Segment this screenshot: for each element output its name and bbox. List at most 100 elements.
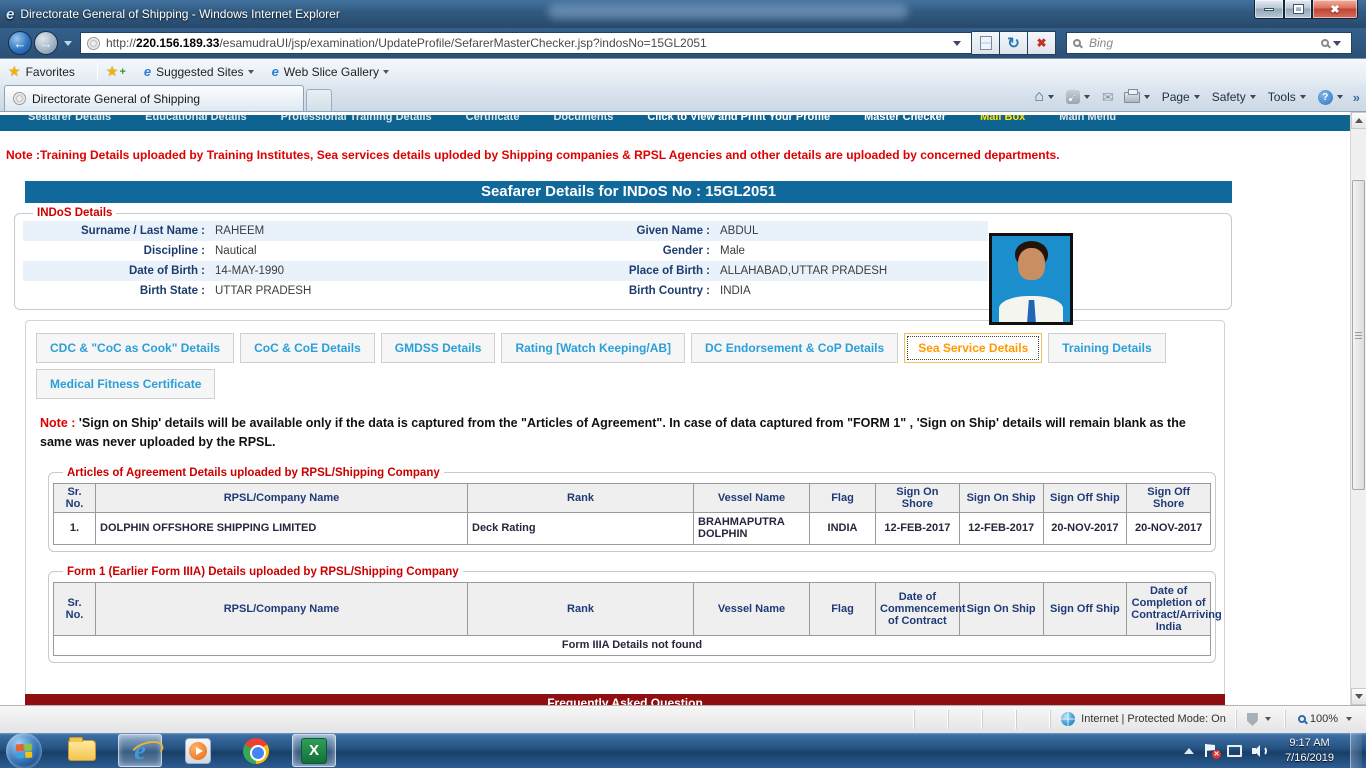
column-header: Rank	[468, 582, 694, 635]
nav-item-view-print-profile[interactable]: Click to View and Print Your Profile	[647, 115, 830, 127]
upload-note: Note :Training Details uploaded by Train…	[6, 148, 1350, 162]
tab-gmdss[interactable]: GMDSS Details	[381, 333, 496, 363]
nav-item-master-checker[interactable]: Master Checker	[864, 115, 946, 127]
nav-item-educational-details[interactable]: Educational Details	[145, 115, 246, 127]
indos-row: Birth State : UTTAR PRADESH Birth Countr…	[23, 281, 988, 301]
indos-legend: INDoS Details	[33, 207, 116, 219]
web-slice-label: Web Slice Gallery	[284, 65, 379, 79]
field-value: Male	[716, 241, 988, 261]
overflow-chevron-icon[interactable]: »	[1353, 90, 1360, 105]
help-button[interactable]: ?	[1318, 90, 1345, 105]
stop-button[interactable]: ✖	[1028, 31, 1056, 55]
search-dropdown-icon[interactable]	[1333, 41, 1341, 46]
url-text[interactable]: http://220.156.189.33/esamudraUI/jsp/exa…	[106, 36, 953, 50]
field-label: Surname / Last Name :	[23, 221, 211, 241]
minimize-icon	[1264, 8, 1274, 11]
tools-menu-button[interactable]: Tools	[1268, 90, 1308, 104]
scrollbar-thumb[interactable]	[1352, 180, 1365, 490]
blurred-overlay	[548, 4, 908, 19]
favorites-star-icon: ★	[8, 63, 21, 80]
taskbar-clock[interactable]: 9:17 AM 7/16/2019	[1279, 736, 1340, 765]
minimize-button[interactable]	[1254, 0, 1284, 19]
taskbar-item-internet-explorer[interactable]: e	[118, 734, 162, 767]
column-header: Sign On Ship	[959, 483, 1043, 512]
chevron-down-icon	[1048, 95, 1054, 99]
compatibility-view-button[interactable]	[972, 31, 1000, 55]
cell-sign-on-ship: 12-FEB-2017	[959, 512, 1043, 544]
nav-item-documents[interactable]: Documents	[553, 115, 613, 127]
table-header-row: Sr. No. RPSL/Company Name Rank Vessel Na…	[54, 582, 1211, 635]
action-center-icon[interactable]: ✕	[1204, 744, 1217, 757]
volume-icon[interactable]	[1252, 744, 1269, 758]
tab-training-details[interactable]: Training Details	[1048, 333, 1165, 363]
restore-icon	[1294, 5, 1303, 13]
show-desktop-button[interactable]	[1350, 733, 1362, 768]
close-button[interactable]: ✖	[1312, 0, 1358, 19]
feeds-button[interactable]	[1066, 90, 1092, 104]
forward-button[interactable]: →	[34, 31, 58, 55]
status-cell	[914, 710, 948, 729]
add-favorite-button[interactable]: ★ +	[106, 63, 130, 80]
nav-item-certificate[interactable]: Certificate	[466, 115, 520, 127]
nav-item-seafarer-details[interactable]: Seafarer Details	[28, 115, 111, 127]
form1-legend: Form 1 (Earlier Form IIIA) Details uploa…	[63, 566, 463, 578]
cell-flag: INDIA	[810, 512, 876, 544]
tab-sea-service[interactable]: Sea Service Details	[904, 333, 1042, 363]
cell-company: DOLPHIN OFFSHORE SHIPPING LIMITED	[96, 512, 468, 544]
field-label: Gender :	[511, 241, 716, 261]
column-header: Sign Off Ship	[1043, 582, 1127, 635]
status-cell	[1016, 710, 1050, 729]
home-button[interactable]: ⌂	[1034, 88, 1056, 106]
tab-medical-fitness[interactable]: Medical Fitness Certificate	[36, 369, 215, 399]
faq-bar[interactable]: Frequently Asked Question	[25, 694, 1225, 705]
zone-text: Internet | Protected Mode: On	[1081, 713, 1226, 725]
security-zone[interactable]: Internet | Protected Mode: On	[1050, 710, 1236, 729]
start-button[interactable]	[6, 733, 42, 768]
suggested-sites-button[interactable]: e Suggested Sites	[144, 64, 258, 79]
nav-item-mail-box[interactable]: Mail Box	[980, 115, 1025, 127]
network-icon[interactable]	[1227, 745, 1242, 757]
safety-menu-button[interactable]: Safety	[1212, 90, 1258, 104]
cell-sign-off-shore: 20-NOV-2017	[1127, 512, 1211, 544]
read-mail-button[interactable]: ✉	[1102, 89, 1114, 106]
page-menu-button[interactable]: Page	[1162, 90, 1202, 104]
column-header: Sign Off Shore	[1127, 483, 1211, 512]
tab-rating-watchkeeping[interactable]: Rating [Watch Keeping/AB]	[501, 333, 685, 363]
vertical-scrollbar[interactable]	[1350, 112, 1366, 705]
web-slice-gallery-button[interactable]: e Web Slice Gallery	[272, 64, 393, 79]
search-go-icon[interactable]	[1321, 39, 1329, 47]
refresh-button[interactable]: ↻	[1000, 31, 1028, 55]
taskbar-item-explorer[interactable]	[60, 734, 104, 767]
tab-coc-coe[interactable]: CoC & CoE Details	[240, 333, 375, 363]
history-dropdown-icon[interactable]	[64, 41, 72, 46]
search-box[interactable]: Bing	[1066, 32, 1352, 54]
favorites-button[interactable]: ★ Favorites	[8, 63, 75, 80]
taskbar-item-chrome[interactable]	[234, 734, 278, 767]
scroll-up-button[interactable]	[1351, 112, 1366, 129]
browser-tab[interactable]: Directorate General of Shipping	[4, 85, 304, 111]
scroll-down-button[interactable]	[1351, 688, 1366, 705]
tab-cdc-coc-cook[interactable]: CDC & "CoC as Cook" Details	[36, 333, 234, 363]
taskbar: e X ✕ 9:17 AM 7/16/2019	[0, 733, 1366, 768]
tools-label: Tools	[1268, 90, 1296, 104]
print-button[interactable]	[1124, 92, 1152, 103]
zoom-control[interactable]: 100%	[1285, 710, 1366, 729]
taskbar-item-excel[interactable]: X	[292, 734, 336, 767]
details-container: CDC & "CoC as Cook" Details CoC & CoE De…	[25, 320, 1225, 704]
articles-section: Articles of Agreement Details uploaded b…	[48, 467, 1216, 552]
nav-item-professional-training[interactable]: Professional Training Details	[281, 115, 432, 127]
internet-explorer-icon: e	[134, 738, 146, 764]
tab-dc-endorsement[interactable]: DC Endorsement & CoP Details	[691, 333, 898, 363]
back-button[interactable]: ←	[8, 31, 32, 55]
cell-rank: Deck Rating	[468, 512, 694, 544]
new-tab-button[interactable]	[306, 89, 332, 111]
maximize-button[interactable]	[1284, 0, 1312, 19]
table-row: 1. DOLPHIN OFFSHORE SHIPPING LIMITED Dec…	[54, 512, 1211, 544]
tray-expand-icon[interactable]	[1184, 748, 1194, 754]
taskbar-item-media-player[interactable]	[176, 734, 220, 767]
address-dropdown-icon[interactable]	[953, 41, 961, 46]
address-field[interactable]: http://220.156.189.33/esamudraUI/jsp/exa…	[80, 32, 972, 54]
inprivate-filter-button[interactable]	[1236, 710, 1285, 729]
cell-vessel: BRAHMAPUTRA DOLPHIN	[694, 512, 810, 544]
nav-item-main-menu[interactable]: Main Menu	[1059, 115, 1116, 127]
